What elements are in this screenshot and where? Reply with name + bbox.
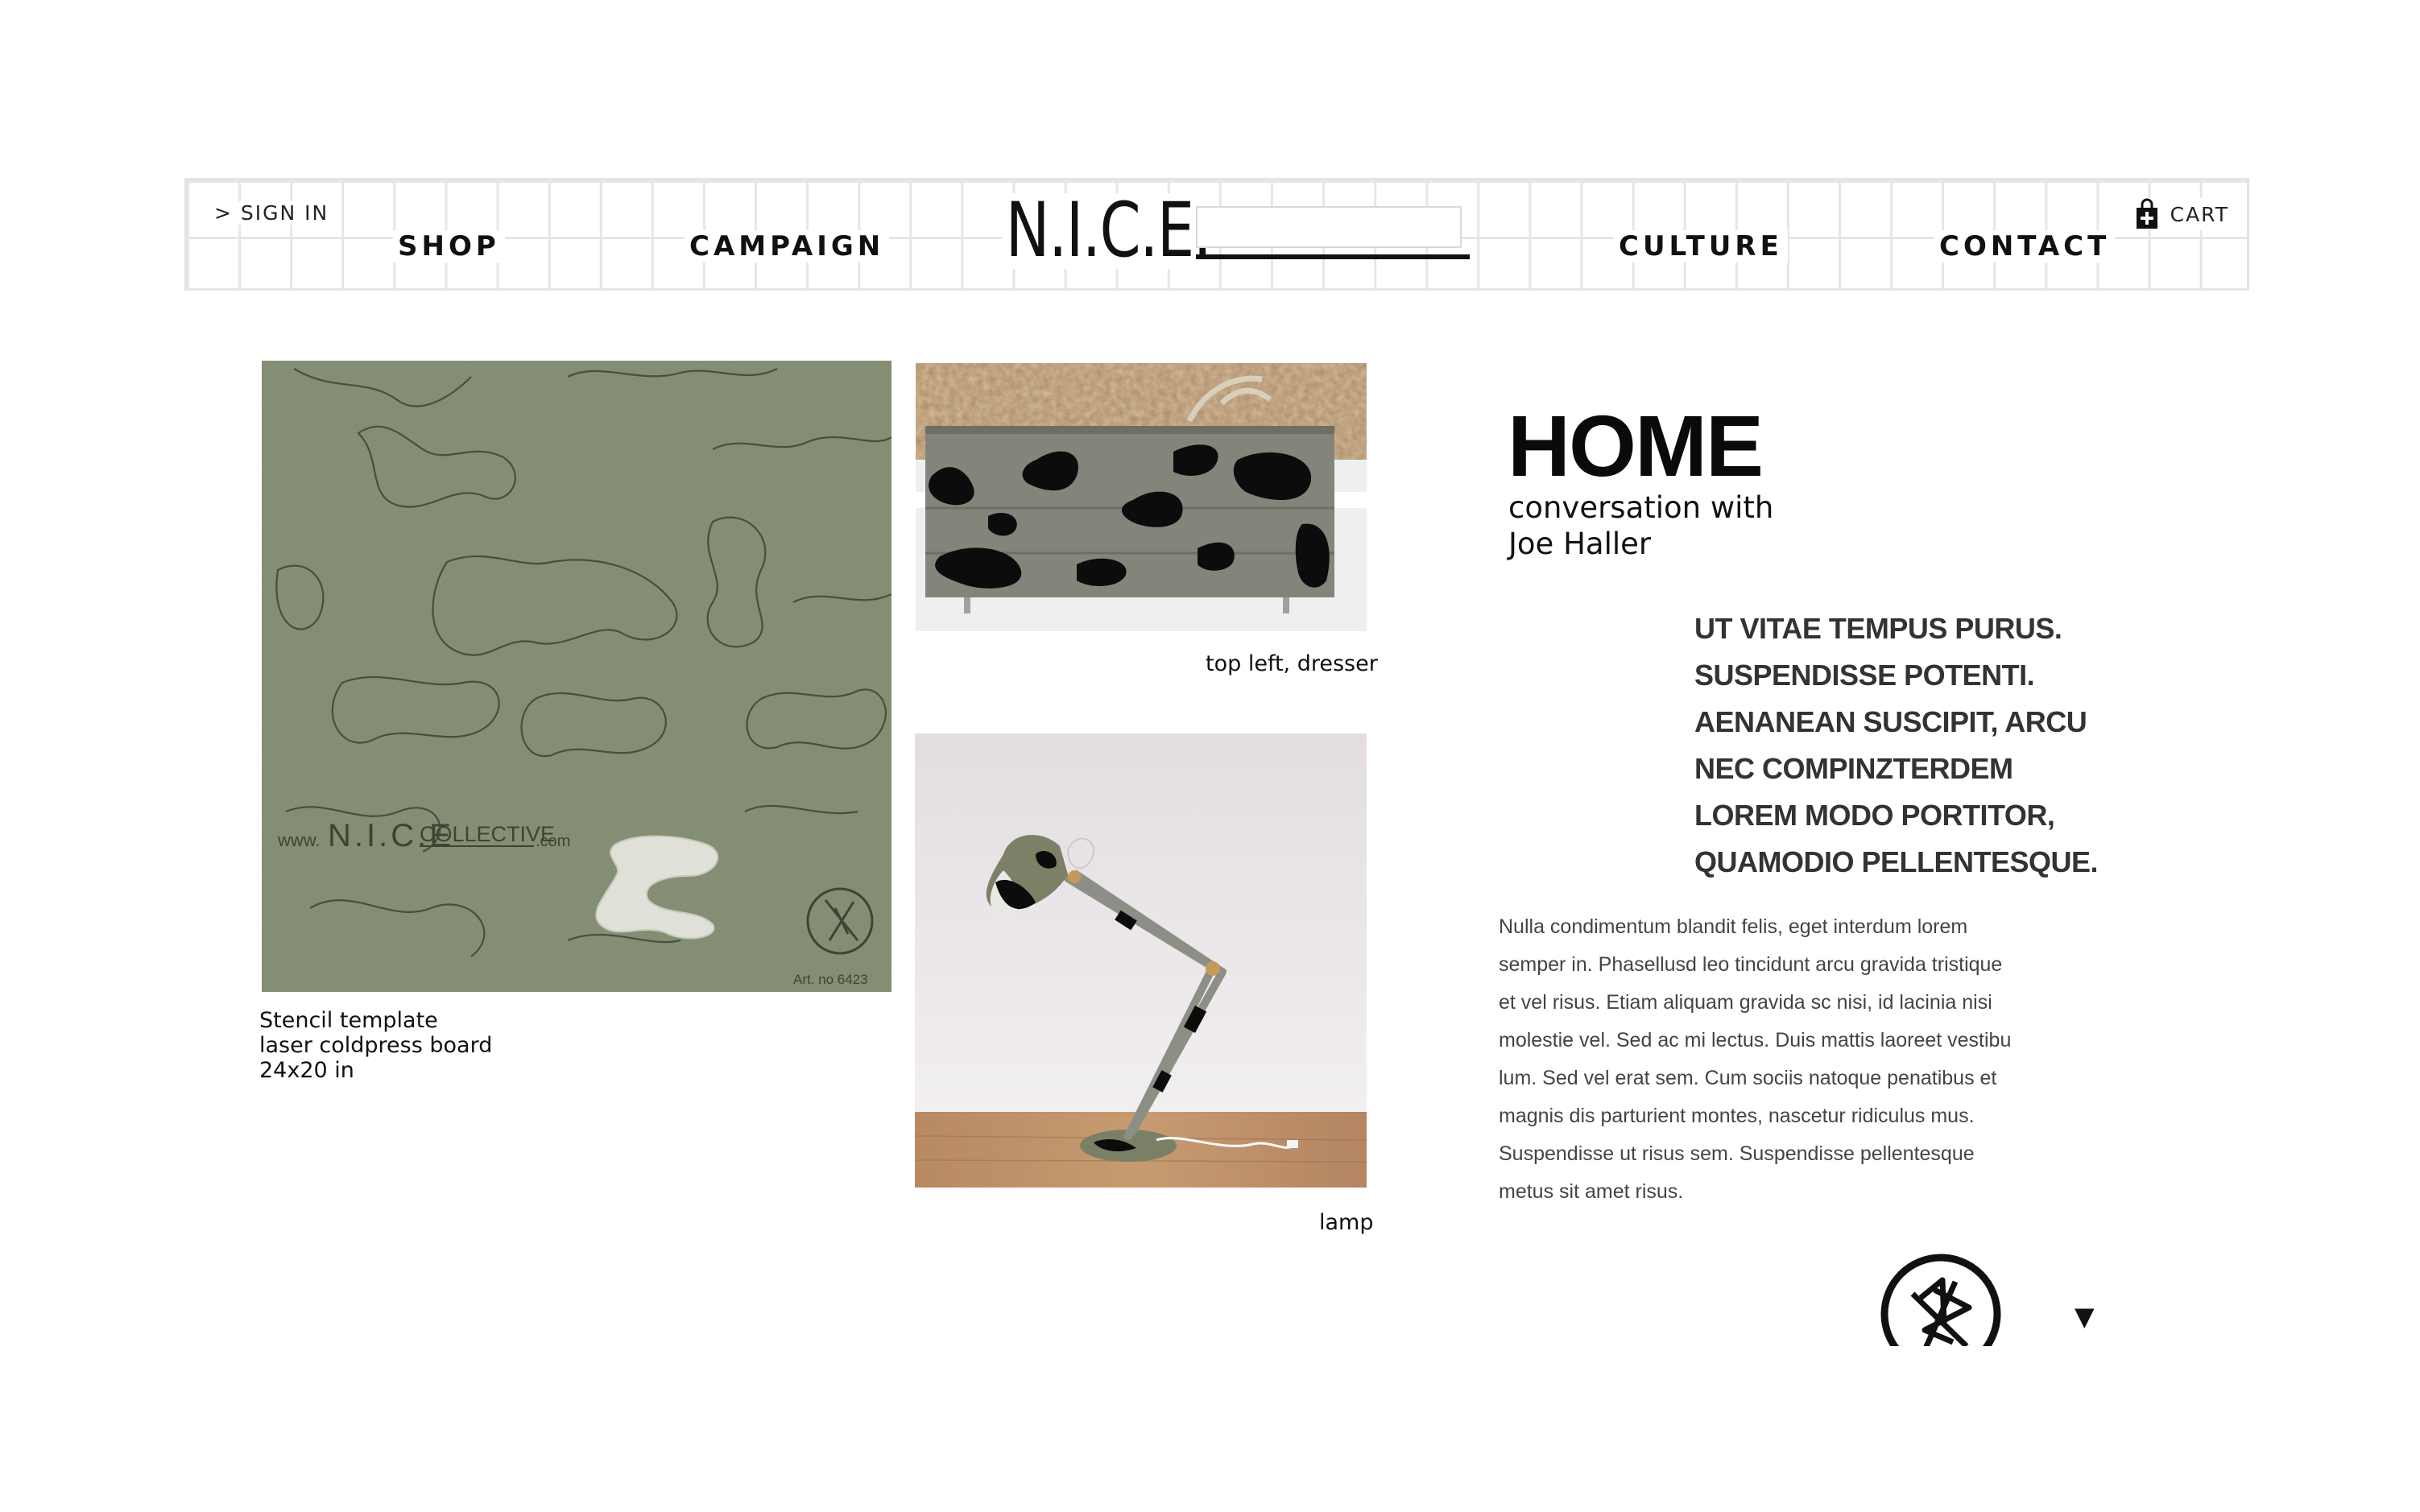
stencil-caption-line3: 24x20 in	[259, 1058, 354, 1083]
quote-line: NEC COMPINZTERDEM	[1694, 752, 2013, 785]
dresser-caption: top left, dresser	[1206, 651, 1378, 676]
page-subtitle: conversation with Joe Haller	[1508, 490, 1773, 562]
sign-in-link[interactable]: > SIGN IN	[211, 201, 333, 225]
cart-label: CART	[2170, 202, 2229, 226]
body-line: molestie vel. Sed ac mi lectus. Duis mat…	[1499, 1029, 2012, 1051]
dresser-image[interactable]	[916, 363, 1367, 631]
nav-contact[interactable]: CONTACT	[1934, 230, 2116, 262]
body-line: magnis dis parturient montes, nascetur r…	[1499, 1105, 1975, 1127]
stencil-caption-line1: Stencil template	[259, 1008, 438, 1033]
body-paragraph: Nulla condimentum blandit felis, eget in…	[1499, 908, 2062, 1211]
subtitle-line2: Joe Haller	[1508, 527, 1652, 561]
stencil-art-number: Art. no 6423	[793, 972, 868, 987]
page-title: HOME	[1508, 397, 1764, 494]
subtitle-line1: conversation with	[1508, 490, 1774, 525]
nice-emblem-icon	[1876, 1250, 2005, 1346]
cart-link[interactable]: CART	[2129, 198, 2234, 230]
stencil-brand-www: www.	[277, 830, 321, 850]
stencil-template-image[interactable]: www. N.I.C.E COLLECTIVE .com Art. no 642…	[262, 361, 891, 992]
nav-campaign[interactable]: CAMPAIGN	[685, 230, 890, 262]
header-bar: > SIGN IN SHOP CAMPAIGN N.I.C.E. CULTURE…	[184, 178, 2249, 291]
down-arrow-icon[interactable]: ▼	[2075, 1301, 2095, 1332]
stencil-brand-collective: COLLECTIVE	[420, 822, 555, 846]
body-line: Suspendisse ut risus sem. Suspendisse pe…	[1499, 1142, 1975, 1165]
nav-shop[interactable]: SHOP	[393, 230, 505, 262]
stencil-brand-com: .com	[536, 832, 570, 850]
quote-line: AENANEAN SUSCIPIT, ARCU	[1694, 705, 2087, 738]
search-input[interactable]	[1196, 206, 1462, 248]
body-line: metus sit amet risus.	[1499, 1180, 1684, 1203]
quote-line: SUSPENDISSE POTENTI.	[1694, 659, 2035, 692]
pull-quote: UT VITAE TEMPUS PURUS. SUSPENDISSE POTEN…	[1694, 605, 2099, 886]
stencil-caption-line2: laser coldpress board	[259, 1033, 493, 1058]
quote-line: UT VITAE TEMPUS PURUS.	[1694, 612, 2062, 645]
search-underline	[1196, 254, 1470, 259]
body-line: semper in. Phasellusd leo tincidunt arcu…	[1499, 953, 2003, 976]
body-line: et vel risus. Etiam aliquam gravida sc n…	[1499, 991, 1992, 1014]
page: > SIGN IN SHOP CAMPAIGN N.I.C.E. CULTURE…	[0, 0, 2420, 1512]
site-logo[interactable]: N.I.C.E.	[1002, 193, 1215, 269]
nav-culture[interactable]: CULTURE	[1614, 230, 1788, 262]
lamp-caption: lamp	[1319, 1210, 1374, 1235]
quote-line: LOREM MODO PORTITOR,	[1694, 799, 2055, 832]
quote-line: QUAMODIO PELLENTESQUE.	[1694, 845, 2099, 878]
body-line: Nulla condimentum blandit felis, eget in…	[1499, 915, 1968, 938]
body-line: lum. Sed vel erat sem. Cum sociis natoqu…	[1499, 1067, 1997, 1089]
lamp-image[interactable]	[915, 733, 1367, 1188]
shopping-bag-icon	[2135, 198, 2159, 230]
stencil-caption: Stencil template laser coldpress board 2…	[259, 1008, 492, 1083]
